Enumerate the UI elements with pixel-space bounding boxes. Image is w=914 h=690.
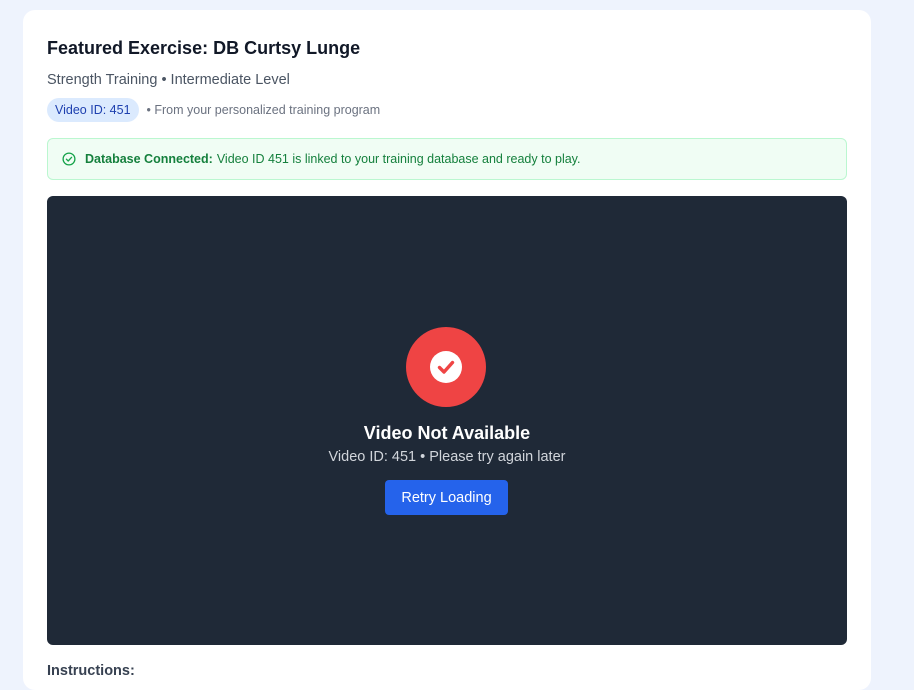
retry-loading-button[interactable]: Retry Loading: [385, 480, 508, 515]
video-error-subtitle: Video ID: 451 • Please try again later: [328, 449, 566, 465]
program-source-note: • From your personalized training progra…: [146, 103, 381, 117]
instructions-heading: Instructions:: [47, 663, 135, 679]
video-id-badge: Video ID: 451: [47, 98, 139, 122]
exercise-subtitle: Strength Training • Intermediate Level: [47, 72, 290, 88]
check-circle-icon: [62, 152, 76, 166]
exercise-card: Featured Exercise: DB Curtsy Lunge Stren…: [23, 10, 871, 690]
alert-message: Video ID 451 is linked to your training …: [216, 152, 581, 166]
database-status-alert: Database Connected: Video ID 451 is link…: [47, 138, 847, 180]
video-error-title: Video Not Available: [363, 423, 531, 443]
video-player[interactable]: Video Not Available Video ID: 451 • Plea…: [47, 196, 847, 645]
exercise-meta: Video ID: 451 • From your personalized t…: [47, 98, 380, 122]
exercise-title: Featured Exercise: DB Curtsy Lunge: [47, 38, 361, 58]
alert-status-label: Database Connected:: [85, 152, 213, 166]
check-circle-icon: [406, 327, 486, 407]
